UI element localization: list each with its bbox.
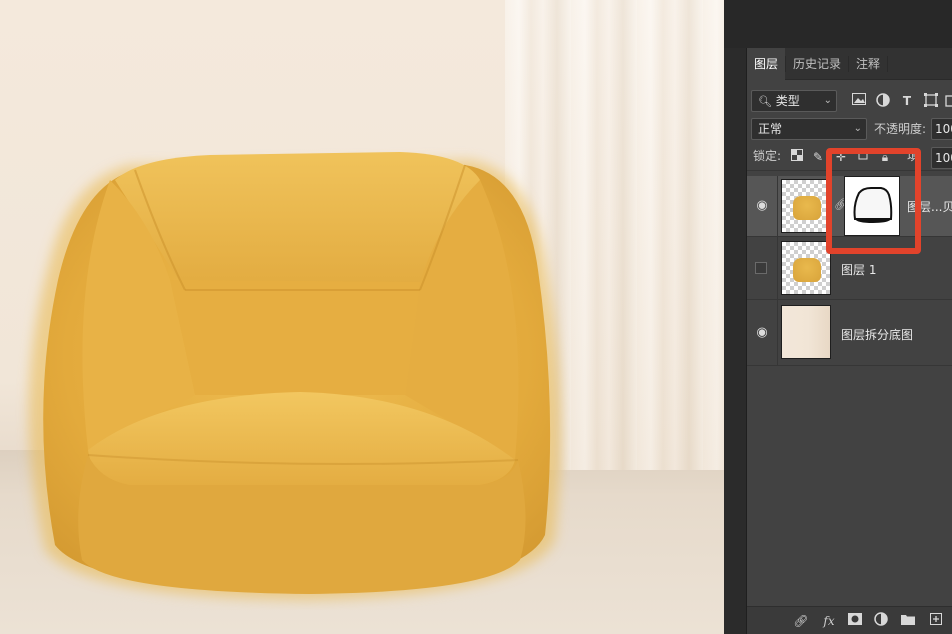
tab-notes[interactable]: 注释	[849, 48, 887, 80]
adjustment-layer-icon[interactable]	[872, 612, 890, 630]
background-photo-thumbnail	[781, 305, 831, 359]
beanbag-sofa-image	[10, 140, 570, 610]
layer-thumbnail	[781, 179, 831, 233]
fx-icon[interactable]: fx	[820, 612, 838, 630]
lock-transparent-pixels-icon[interactable]	[789, 149, 805, 165]
opacity-input[interactable]: 100	[931, 118, 952, 140]
panel-tabs: 图层 历史记录 注释	[747, 48, 952, 80]
photoshop-window: 图层 历史记录 注释 🔍︎ 类型 ⌄ T 正常 ⌄ 不透明度: 10 锁定: ✎…	[0, 0, 952, 634]
opacity-label: 不透明度:	[874, 122, 927, 136]
lock-label: 锁定:	[753, 149, 782, 163]
fill-input[interactable]: 100	[931, 147, 952, 169]
row-divider	[777, 176, 778, 237]
lock-image-pixels-icon[interactable]: ✎	[810, 149, 826, 165]
sofa-graphic	[28, 152, 561, 600]
filter-row: 🔍︎ 类型 ⌄ T	[747, 88, 952, 114]
new-layer-icon[interactable]	[927, 612, 945, 630]
panel-gutter	[724, 0, 746, 634]
row-divider	[777, 300, 778, 366]
blend-row: 正常 ⌄ 不透明度: 100	[747, 116, 952, 142]
chevron-down-icon: ⌄	[853, 123, 862, 134]
sofa-thumbnail-image	[793, 196, 821, 220]
layers-panel-footer: 🔗︎ fx	[747, 606, 952, 634]
layer-name: 图层拆分底图	[841, 328, 914, 342]
chevron-down-icon: ⌄	[823, 95, 832, 106]
visibility-toggle-off[interactable]	[755, 262, 767, 274]
folder-icon[interactable]	[899, 612, 917, 630]
panel-topbar	[724, 0, 952, 48]
layer-thumbnail	[781, 241, 831, 295]
row-divider	[777, 237, 778, 300]
adjustment-filter-icon[interactable]	[875, 93, 891, 109]
layers-panel: 图层 历史记录 注释 🔍︎ 类型 ⌄ T 正常 ⌄ 不透明度: 10 锁定: ✎…	[746, 48, 952, 634]
smart-object-filter-icon[interactable]	[945, 93, 952, 109]
eye-icon[interactable]: ◉	[751, 195, 773, 217]
blend-mode-value: 正常	[758, 122, 783, 136]
add-mask-icon[interactable]	[846, 612, 864, 630]
filter-kind-label: 类型	[775, 94, 800, 108]
search-icon: 🔍︎	[758, 95, 772, 108]
tab-layers[interactable]: 图层	[747, 48, 785, 80]
sofa-thumbnail-image	[793, 258, 821, 282]
annotation-highlight-box	[826, 148, 921, 254]
document-canvas[interactable]	[0, 0, 724, 634]
tab-history[interactable]: 历史记录	[786, 48, 848, 80]
link-layers-icon[interactable]: 🔗︎	[792, 612, 810, 630]
tab-separator	[887, 56, 888, 72]
filter-kind-select[interactable]: 🔍︎ 类型 ⌄	[751, 90, 837, 112]
shape-filter-icon[interactable]	[923, 93, 939, 109]
blend-mode-select[interactable]: 正常 ⌄	[751, 118, 867, 140]
layer-name: 图层 1	[841, 263, 877, 277]
text-filter-icon[interactable]: T	[899, 93, 915, 109]
image-filter-icon[interactable]	[851, 93, 867, 109]
eye-icon[interactable]: ◉	[751, 322, 773, 344]
layer-row-background[interactable]: ◉ 图层拆分底图	[747, 300, 952, 366]
